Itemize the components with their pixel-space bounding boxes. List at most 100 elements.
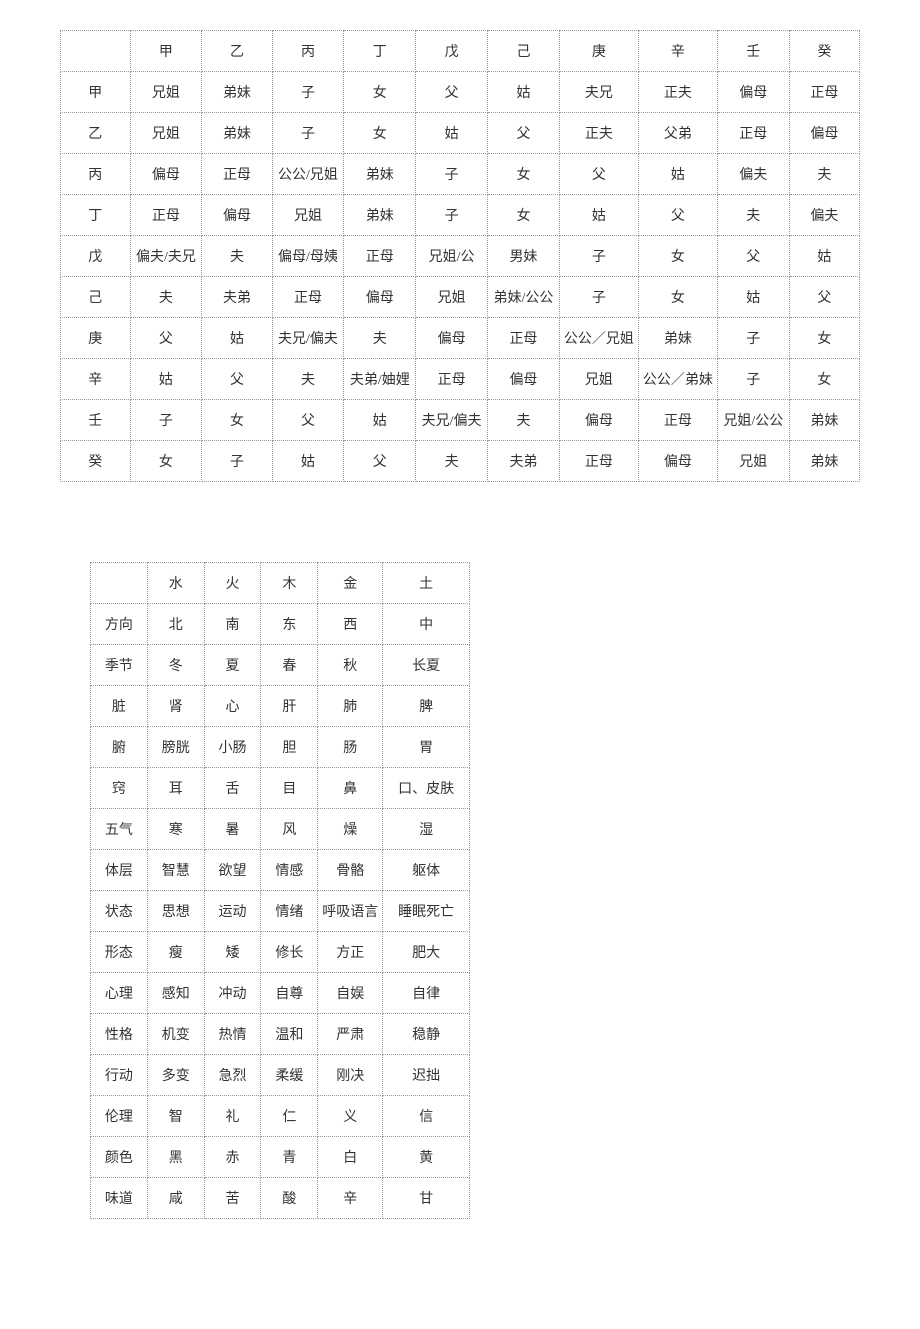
table-cell: 肺 bbox=[318, 686, 383, 727]
table-cell: 夫 bbox=[416, 441, 488, 482]
table-cell: 子 bbox=[717, 359, 789, 400]
table-cell: 偏夫 bbox=[789, 195, 859, 236]
table-cell: 己 bbox=[488, 31, 560, 72]
table-cell: 机变 bbox=[147, 1014, 204, 1055]
table-row: 心理感知冲动自尊自娱自律 bbox=[91, 973, 470, 1014]
table-row: 季节冬夏春秋长夏 bbox=[91, 645, 470, 686]
table-cell bbox=[91, 563, 148, 604]
table-row: 五气寒暑风燥湿 bbox=[91, 809, 470, 850]
table-cell: 暑 bbox=[204, 809, 261, 850]
table-cell: 稳静 bbox=[383, 1014, 470, 1055]
table-cell: 肥大 bbox=[383, 932, 470, 973]
table-cell: 偏夫 bbox=[717, 154, 789, 195]
table-cell: 偏母 bbox=[559, 400, 638, 441]
table-cell: 呼吸语言 bbox=[318, 891, 383, 932]
table-cell: 夫兄/偏夫 bbox=[416, 400, 488, 441]
table-cell: 癸 bbox=[61, 441, 131, 482]
table-cell: 姑 bbox=[344, 400, 416, 441]
table-cell: 自娱 bbox=[318, 973, 383, 1014]
table-cell: 子 bbox=[559, 277, 638, 318]
table-row: 甲兄姐弟妹子女父姑夫兄正夫偏母正母 bbox=[61, 72, 860, 113]
table-cell: 自律 bbox=[383, 973, 470, 1014]
table-row: 乙兄姐弟妹子女姑父正夫父弟正母偏母 bbox=[61, 113, 860, 154]
table-cell: 己 bbox=[61, 277, 131, 318]
table-cell: 偏母 bbox=[344, 277, 416, 318]
table-cell: 姑 bbox=[272, 441, 344, 482]
table-cell: 方向 bbox=[91, 604, 148, 645]
table-cell bbox=[61, 31, 131, 72]
table-cell: 肠 bbox=[318, 727, 383, 768]
table-row: 味道咸苦酸辛甘 bbox=[91, 1178, 470, 1219]
table-cell: 女 bbox=[344, 72, 416, 113]
table-cell: 壬 bbox=[61, 400, 131, 441]
table-cell: 父 bbox=[488, 113, 560, 154]
table-cell: 体层 bbox=[91, 850, 148, 891]
table-cell: 南 bbox=[204, 604, 261, 645]
table-cell: 正母 bbox=[559, 441, 638, 482]
table-row: 戊偏夫/夫兄夫偏母/母姨正母兄姐/公男妹子女父姑 bbox=[61, 236, 860, 277]
table-cell: 智 bbox=[147, 1096, 204, 1137]
table-row: 伦理智礼仁义信 bbox=[91, 1096, 470, 1137]
table-cell: 夫 bbox=[202, 236, 272, 277]
table-cell: 弟妹/公公 bbox=[488, 277, 560, 318]
table-row: 体层智慧欲望情感骨骼躯体 bbox=[91, 850, 470, 891]
table-cell: 冬 bbox=[147, 645, 204, 686]
table-cell: 中 bbox=[383, 604, 470, 645]
table-cell: 父 bbox=[717, 236, 789, 277]
table-cell: 小肠 bbox=[204, 727, 261, 768]
table-cell: 公公/兄姐 bbox=[272, 154, 344, 195]
table-cell: 行动 bbox=[91, 1055, 148, 1096]
table-cell: 夫 bbox=[344, 318, 416, 359]
table-cell: 口、皮肤 bbox=[383, 768, 470, 809]
table-cell: 思想 bbox=[147, 891, 204, 932]
table-cell: 父 bbox=[272, 400, 344, 441]
table-cell: 矮 bbox=[204, 932, 261, 973]
table-cell: 寒 bbox=[147, 809, 204, 850]
table-cell: 湿 bbox=[383, 809, 470, 850]
table-cell: 耳 bbox=[147, 768, 204, 809]
table-cell: 金 bbox=[318, 563, 383, 604]
table-cell: 刚决 bbox=[318, 1055, 383, 1096]
table-cell: 夫弟 bbox=[202, 277, 272, 318]
table-cell: 严肃 bbox=[318, 1014, 383, 1055]
table-cell: 姑 bbox=[559, 195, 638, 236]
table-cell: 舌 bbox=[204, 768, 261, 809]
table-cell: 酸 bbox=[261, 1178, 318, 1219]
table-cell: 姑 bbox=[202, 318, 272, 359]
table-cell: 子 bbox=[272, 113, 344, 154]
table-cell: 膀胱 bbox=[147, 727, 204, 768]
table-cell: 咸 bbox=[147, 1178, 204, 1219]
table-cell: 姑 bbox=[130, 359, 202, 400]
table-cell: 父 bbox=[130, 318, 202, 359]
table-cell: 情绪 bbox=[261, 891, 318, 932]
table-row: 性格机变热情温和严肃稳静 bbox=[91, 1014, 470, 1055]
table-row: 壬子女父姑夫兄/偏夫夫偏母正母兄姐/公公弟妹 bbox=[61, 400, 860, 441]
table-row: 状态思想运动情绪呼吸语言睡眠死亡 bbox=[91, 891, 470, 932]
table-cell: 西 bbox=[318, 604, 383, 645]
table-cell: 戊 bbox=[61, 236, 131, 277]
table-cell: 父 bbox=[789, 277, 859, 318]
table-cell: 兄姐/公公 bbox=[717, 400, 789, 441]
table-cell: 偏母 bbox=[638, 441, 717, 482]
table-cell: 夫弟 bbox=[488, 441, 560, 482]
table-cell: 偏母 bbox=[488, 359, 560, 400]
table-cell: 修长 bbox=[261, 932, 318, 973]
table-cell: 姑 bbox=[789, 236, 859, 277]
table-cell: 戊 bbox=[416, 31, 488, 72]
table-cell: 兄姐 bbox=[130, 72, 202, 113]
table-cell: 甘 bbox=[383, 1178, 470, 1219]
table-cell: 心 bbox=[204, 686, 261, 727]
table-cell: 多变 bbox=[147, 1055, 204, 1096]
table-cell: 正夫 bbox=[559, 113, 638, 154]
table-cell: 甲 bbox=[61, 72, 131, 113]
table-row: 方向北南东西中 bbox=[91, 604, 470, 645]
table-cell: 正母 bbox=[789, 72, 859, 113]
table-cell: 兄姐 bbox=[130, 113, 202, 154]
table-cell: 女 bbox=[638, 277, 717, 318]
table-cell: 姑 bbox=[638, 154, 717, 195]
table-cell: 父 bbox=[416, 72, 488, 113]
table-row: 庚父姑夫兄/偏夫夫偏母正母公公／兄姐弟妹子女 bbox=[61, 318, 860, 359]
table-cell: 女 bbox=[202, 400, 272, 441]
table-cell: 味道 bbox=[91, 1178, 148, 1219]
table-row: 癸女子姑父夫夫弟正母偏母兄姐弟妹 bbox=[61, 441, 860, 482]
